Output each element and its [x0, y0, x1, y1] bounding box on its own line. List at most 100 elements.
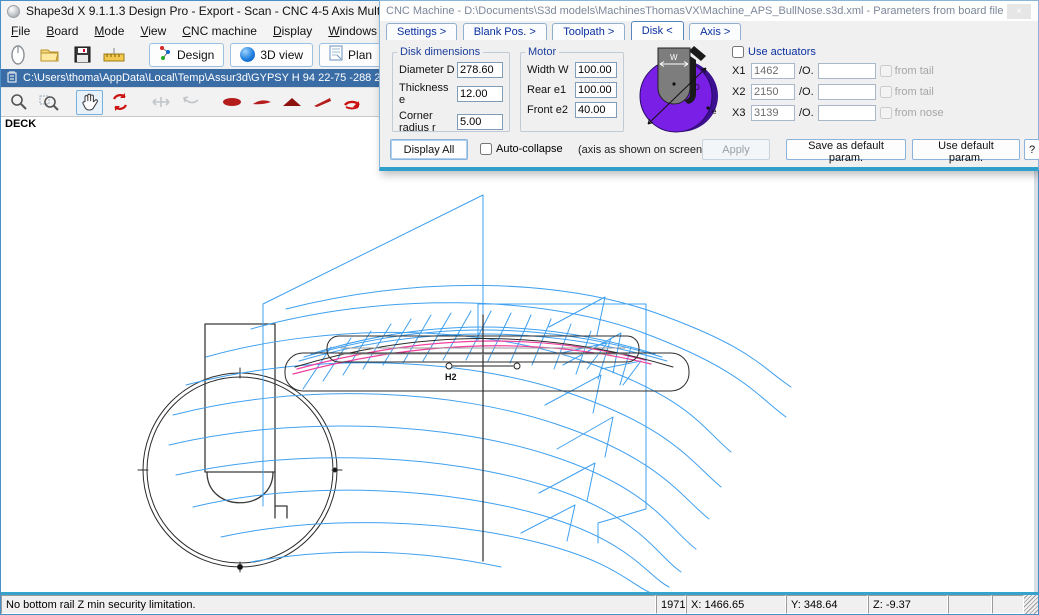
use-default-button[interactable]: Use default param.	[912, 139, 1020, 160]
x2-label: X2	[732, 86, 747, 98]
tab-toolpath[interactable]: Toolpath >	[552, 23, 625, 40]
status-count: 1971	[656, 595, 686, 614]
cnc-machine-dialog: CNC Machine - D:\Documents\S3d models\Ma…	[379, 0, 1039, 171]
help-button[interactable]: ?	[1024, 139, 1039, 160]
x2-sep: /O.	[799, 86, 814, 98]
thickness-label: Thickness e	[399, 82, 457, 106]
display-all-button[interactable]: Display All	[390, 139, 468, 160]
x3-alt-field[interactable]	[818, 105, 876, 121]
design-button-label: Design	[177, 48, 214, 62]
save-default-button[interactable]: Save as default param.	[786, 139, 906, 160]
diameter-field[interactable]	[457, 62, 503, 78]
pan-hand-tool[interactable]	[76, 90, 103, 115]
width-field[interactable]	[575, 62, 617, 78]
x1-field[interactable]	[751, 63, 795, 79]
disk-tab-panel: Disk dimensions Diameter D Thickness e C…	[380, 40, 1038, 136]
x1-alt-field[interactable]	[818, 63, 876, 79]
diagram-w-label: W	[670, 53, 678, 62]
x3-from-nose-checkbox[interactable]	[880, 107, 892, 119]
rotate-view-tool[interactable]	[106, 90, 133, 115]
use-actuators-checkbox[interactable]	[732, 46, 744, 58]
actuators-section: Use actuators X1 /O. from tail X2 /O. fr…	[732, 46, 944, 121]
corner-radius-field[interactable]	[457, 114, 503, 130]
3d-sphere-icon	[240, 47, 255, 62]
design-button[interactable]: Design	[149, 43, 224, 67]
apply-button[interactable]: Apply	[702, 139, 770, 160]
width-label: Width W	[527, 64, 569, 76]
board-file-icon	[7, 71, 17, 86]
toolpath-drawing: H2	[1, 117, 1036, 592]
dialog-title-bar: CNC Machine - D:\Documents\S3d models\Ma…	[380, 1, 1038, 21]
dialog-tabs: Settings > Blank Pos. > Toolpath > Disk …	[386, 21, 1038, 40]
menu-board[interactable]: Board	[38, 22, 86, 40]
slab-view-tool[interactable]	[308, 90, 335, 115]
rear-e1-field[interactable]	[575, 82, 617, 98]
resize-grip[interactable]	[1024, 595, 1038, 614]
x1-from-tail-label: from tail	[895, 65, 934, 77]
flip-rotate-tool[interactable]	[338, 90, 365, 115]
front-e2-label: Front e2	[527, 104, 568, 116]
status-empty-2	[992, 595, 1024, 614]
zoom-in-icon[interactable]	[5, 90, 32, 115]
status-y: Y: 348.64	[786, 595, 868, 614]
x1-from-tail-checkbox[interactable]	[880, 65, 892, 77]
motor-legend: Motor	[525, 46, 559, 58]
plan-button[interactable]: Plan	[319, 43, 382, 67]
motor-outline	[205, 324, 287, 518]
x2-alt-field[interactable]	[818, 84, 876, 100]
menu-file[interactable]: File	[3, 22, 38, 40]
view-mode-label: DECK	[5, 118, 36, 130]
rear-e1-label: Rear e1	[527, 84, 566, 96]
motor-group: Motor Width W Rear e1 Front e2	[520, 46, 624, 132]
x3-field[interactable]	[751, 105, 795, 121]
close-icon[interactable]: ×	[1007, 4, 1031, 19]
tab-blank-pos[interactable]: Blank Pos. >	[463, 23, 547, 40]
open-folder-icon[interactable]	[37, 43, 63, 67]
menu-mode[interactable]: Mode	[86, 22, 132, 40]
x2-from-tail-label: from tail	[895, 86, 934, 98]
menu-view[interactable]: View	[132, 22, 174, 40]
3d-view-button[interactable]: 3D view	[230, 43, 313, 67]
disk-circle	[138, 368, 342, 572]
disk-dimensions-legend: Disk dimensions	[397, 46, 483, 58]
diagram-d-label: D	[694, 83, 700, 92]
move-horizontal-tool[interactable]	[147, 90, 174, 115]
dialog-footer: Display All Auto-collapse (axis as shown…	[380, 135, 1038, 167]
move-vertical-tool[interactable]	[177, 90, 204, 115]
x3-sep: /O.	[799, 107, 814, 119]
thickness-field[interactable]	[457, 86, 503, 102]
mouse-tool-icon[interactable]	[5, 43, 31, 67]
drawing-canvas[interactable]: DECK	[1, 117, 1038, 592]
menu-windows[interactable]: Windows	[320, 22, 385, 40]
front-e2-field[interactable]	[575, 102, 617, 118]
plan-button-label: Plan	[348, 48, 372, 62]
tab-disk[interactable]: Disk <	[631, 21, 684, 40]
plan-icon	[329, 45, 343, 64]
status-z: Z: -9.37	[868, 595, 948, 614]
disk-dimensions-group: Disk dimensions Diameter D Thickness e C…	[392, 46, 510, 132]
diagram-e-label: e	[712, 107, 717, 116]
x3-from-nose-label: from nose	[895, 107, 944, 119]
tab-settings[interactable]: Settings >	[386, 23, 457, 40]
save-icon[interactable]	[69, 43, 95, 67]
use-actuators-label: Use actuators	[748, 46, 816, 58]
menu-display[interactable]: Display	[265, 22, 320, 40]
measure-icon[interactable]	[101, 43, 127, 67]
outline-view-tool[interactable]	[218, 90, 245, 115]
disk-diagram: W D e	[634, 44, 726, 134]
zoom-region-icon[interactable]	[35, 90, 62, 115]
dialog-title: CNC Machine - D:\Documents\S3d models\Ma…	[386, 5, 1003, 17]
auto-collapse-checkbox[interactable]	[480, 143, 492, 155]
x1-label: X1	[732, 65, 747, 77]
rocker-view-tool[interactable]	[248, 90, 275, 115]
status-bar: No bottom rail Z min security limitation…	[1, 592, 1038, 614]
tab-axis[interactable]: Axis >	[689, 23, 741, 40]
board-outline	[285, 315, 689, 561]
menu-cnc-machine[interactable]: CNC machine	[174, 22, 265, 40]
x2-from-tail-checkbox[interactable]	[880, 86, 892, 98]
thickness-view-tool[interactable]	[278, 90, 305, 115]
auto-collapse-label: Auto-collapse	[496, 143, 563, 155]
status-x: X: 1466.65	[686, 595, 786, 614]
corner-radius-label: Corner radius r	[399, 110, 457, 134]
x2-field[interactable]	[751, 84, 795, 100]
